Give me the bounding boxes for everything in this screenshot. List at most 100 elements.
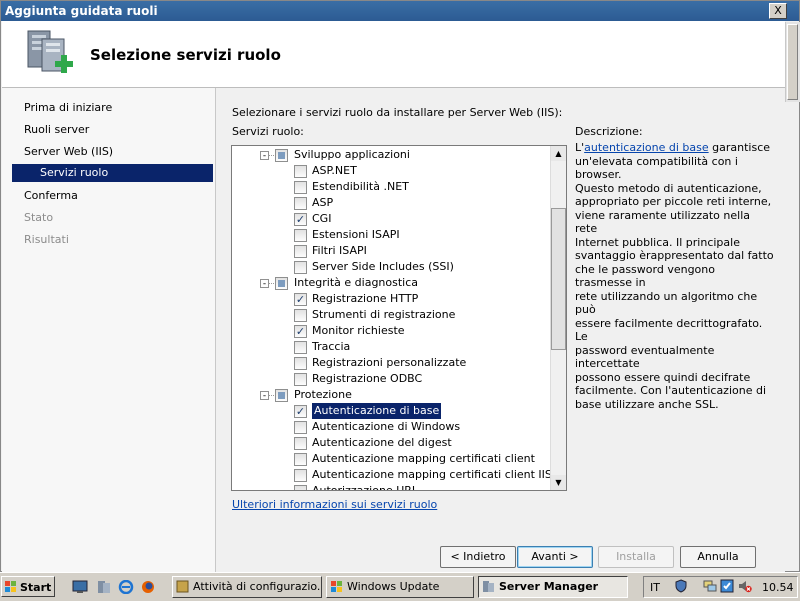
tree-row[interactable]: ✓ Registrazione HTTP [232,291,548,307]
tree-row-label: CGI [312,212,332,225]
tree-connector [268,395,274,397]
checkbox[interactable] [275,389,288,402]
task-config-tasks[interactable]: Attività di configurazio... [172,576,322,598]
nav-item-role-services[interactable]: Servizi ruolo [12,164,213,182]
tree-row-label: Autenticazione mapping certificati clien… [312,452,535,465]
checkbox[interactable] [294,245,307,258]
start-label: Start [20,581,52,594]
tree-row[interactable]: ✓ Monitor richieste [232,323,548,339]
nav-item-server-roles[interactable]: Ruoli server [24,123,89,136]
tree-group-row[interactable]: - Sviluppo applicazioni [232,147,548,163]
tree-row[interactable]: ✓ Autenticazione di base [232,403,548,419]
tree-row[interactable]: ASP.NET [232,163,548,179]
description-line: essere facilmente decrittografato. Le [575,316,763,344]
checkbox[interactable] [294,453,307,466]
nav-item-label: Servizi ruolo [40,166,109,179]
tree-row[interactable]: Autorizzazione URL [232,483,548,491]
tree-row[interactable]: Server Side Includes (SSI) [232,259,548,275]
tree-row[interactable]: ASP [232,195,548,211]
task-label: Windows Update [347,580,440,593]
description-body: garantisce un'elevata compatibilità con i… [575,141,774,411]
checkbox[interactable]: ✓ [294,213,307,226]
action-center-icon[interactable] [720,579,734,593]
scroll-up-arrow-icon[interactable]: ▲ [551,146,566,161]
windows-update-icon [331,581,342,592]
firefox-icon[interactable] [140,580,156,594]
tree-scrollbar[interactable]: ▲ ▼ [550,146,566,490]
tree-row[interactable]: Autenticazione mapping certificati clien… [232,451,548,467]
checkbox[interactable]: ✓ [294,293,307,306]
tree-row[interactable]: Registrazioni personalizzate [232,355,548,371]
server-manager-icon[interactable] [96,580,112,594]
nav-item-before-you-begin[interactable]: Prima di iniziare [24,101,112,114]
tree-row-label: Strumenti di registrazione [312,308,456,321]
tree-row-label: Monitor richieste [312,324,405,337]
description-line: garantisce [708,141,771,154]
windows-flag-icon [5,581,16,592]
tree-row[interactable]: Autenticazione del digest [232,435,548,451]
tree-scrollbar-thumb[interactable] [551,208,566,350]
checkbox[interactable] [294,373,307,386]
title-bar[interactable]: Aggiunta guidata ruoli X [1,1,799,21]
tree-row-label: Autorizzazione URL [312,484,419,491]
tree-row[interactable]: Autenticazione mapping certificati clien… [232,467,552,483]
volume-muted-icon[interactable] [738,579,752,593]
show-desktop-icon[interactable] [72,580,88,594]
task-server-manager[interactable]: Server Manager [478,576,628,598]
checkbox[interactable] [294,341,307,354]
description-link[interactable]: autenticazione di base [584,141,708,154]
tree-row[interactable]: Estendibilità .NET [232,179,548,195]
checkbox[interactable]: ✓ [294,325,307,338]
tree-group-row[interactable]: - Protezione [232,387,548,403]
tree-row[interactable]: ✓ CGI [232,211,548,227]
checkbox[interactable]: ✓ [294,405,307,418]
checkbox[interactable] [275,149,288,162]
security-shield-icon[interactable] [674,579,688,593]
checkbox[interactable] [275,277,288,290]
tree-row[interactable]: Traccia [232,339,548,355]
checkbox[interactable] [294,437,307,450]
tree-row-label: Estensioni ISAPI [312,228,400,241]
tree-row[interactable]: Estensioni ISAPI [232,227,548,243]
checkbox[interactable] [294,357,307,370]
scroll-down-arrow-icon[interactable]: ▼ [551,475,566,490]
checkbox[interactable] [294,197,307,210]
window-scrollbar-thumb[interactable] [787,24,798,100]
checkbox[interactable] [294,309,307,322]
tree-row[interactable]: Strumenti di registrazione [232,307,548,323]
tree-row[interactable]: Filtri ISAPI [232,243,548,259]
checkbox[interactable] [294,165,307,178]
checkbox[interactable] [294,469,307,482]
window-title: Aggiunta guidata ruoli [5,4,158,18]
next-button[interactable]: Avanti > [517,546,593,568]
tree-group-row[interactable]: - Integrità e diagnostica [232,275,548,291]
task-windows-update[interactable]: Windows Update [326,576,474,598]
network-icon[interactable] [703,579,717,593]
role-services-tree[interactable]: - Sviluppo applicazioni ASP.NET Estendibili… [231,145,567,491]
nav-item-web-server[interactable]: Server Web (IIS) [24,145,113,158]
cancel-button[interactable]: Annulla [680,546,756,568]
description-line: rete utilizzando un algoritmo che può [575,289,758,317]
description-line: Internet pubblica. Il principale [575,235,740,249]
checkbox[interactable] [294,181,307,194]
language-indicator[interactable]: IT [650,581,660,594]
tree-row[interactable]: Registrazione ODBC [232,371,548,387]
close-button[interactable]: X [769,3,787,19]
nav-item-confirm[interactable]: Conferma [24,189,78,202]
more-info-link[interactable]: Ulteriori informazioni sui servizi ruolo [232,498,437,511]
task-label: Attività di configurazio... [193,580,322,593]
checkbox[interactable] [294,421,307,434]
checkbox[interactable] [294,485,307,490]
internet-explorer-icon[interactable] [118,580,134,594]
description-line: base utilizzare anche SSL. [575,397,719,411]
checkbox[interactable] [294,261,307,274]
tree-row-label: Registrazione ODBC [312,372,423,385]
window-scrollbar[interactable] [785,22,800,102]
clock: 10.54 [762,581,794,594]
checkbox[interactable] [294,229,307,242]
back-button[interactable]: < Indietro [440,546,516,568]
start-button[interactable]: Start [1,576,55,597]
tree-row[interactable]: Autenticazione di Windows [232,419,548,435]
tree-row-label: Traccia [312,340,351,353]
tree-row-label: Estendibilità .NET [312,180,409,193]
